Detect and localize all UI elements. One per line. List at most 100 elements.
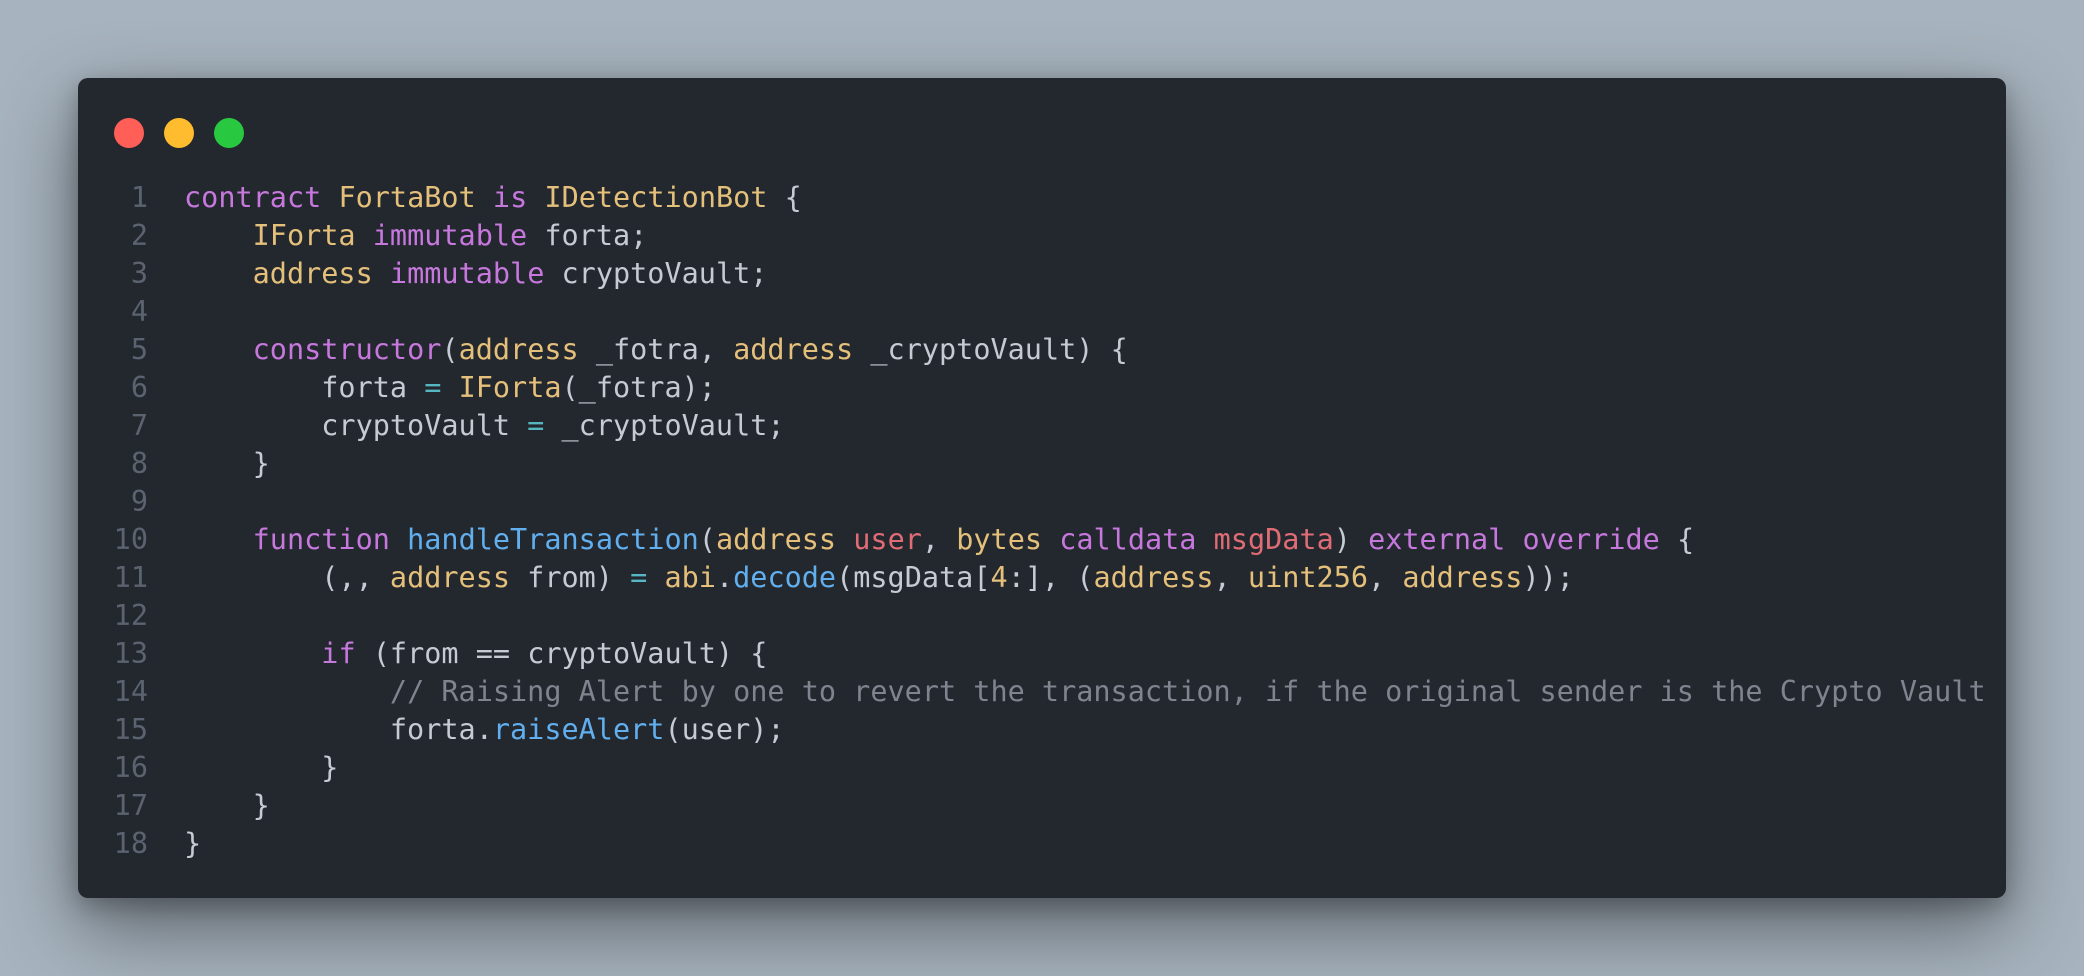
code-token: {: [767, 181, 802, 214]
code-line: 13 if (from == cryptoVault) {: [78, 635, 2006, 673]
code-token: // Raising Alert by one to revert the tr…: [389, 675, 1986, 708]
code-token: .: [715, 561, 734, 594]
code-line: 12: [78, 597, 2006, 635]
line-number: 5: [130, 333, 148, 366]
code-token: ,: [1213, 561, 1248, 594]
code-line: 15 forta.raiseAlert(user);: [78, 711, 2006, 749]
line-source: }: [148, 787, 270, 825]
code-line: 2 IForta immutable forta;: [78, 217, 2006, 255]
line-source: }: [148, 445, 270, 483]
code-line: 18}: [78, 825, 2006, 863]
line-source: address immutable cryptoVault;: [148, 255, 768, 293]
code-token: handleTransaction: [407, 523, 699, 556]
code-token: _cryptoVault;: [544, 409, 785, 442]
window-controls: [114, 118, 244, 148]
code-token: =: [630, 561, 648, 594]
code-line: 4: [78, 293, 2006, 331]
code-line: 8 }: [78, 445, 2006, 483]
line-number: 6: [130, 371, 148, 404]
code-token: =: [424, 371, 442, 404]
code-token: address: [252, 257, 373, 290]
line-number: 7: [130, 409, 148, 442]
line-source: forta = IForta(_fotra);: [148, 369, 716, 407]
code-token: decode: [733, 561, 837, 594]
code-token: raiseAlert: [492, 713, 665, 746]
code-token: IForta: [458, 371, 562, 404]
line-number: 2: [130, 219, 148, 252]
code-token: 4: [990, 561, 1008, 594]
code-token: (msgData[: [836, 561, 991, 594]
close-button[interactable]: [114, 118, 144, 148]
code-token: external: [1368, 523, 1506, 556]
line-source: IForta immutable forta;: [148, 217, 648, 255]
line-number: 1: [130, 181, 148, 214]
code-token: immutable: [372, 219, 528, 252]
code-token: constructor: [252, 333, 442, 366]
minimize-button[interactable]: [164, 118, 194, 148]
code-token: ): [1333, 523, 1369, 556]
code-token: address: [1402, 561, 1523, 594]
code-token: forta.: [184, 713, 493, 746]
code-token: FortaBot: [338, 181, 476, 214]
line-source: }: [148, 749, 338, 787]
code-line: 16 }: [78, 749, 2006, 787]
line-number: 17: [113, 789, 148, 822]
code-token: override: [1522, 523, 1660, 556]
line-source: if (from == cryptoVault) {: [148, 635, 767, 673]
code-token: }: [184, 827, 202, 860]
line-source: }: [148, 825, 201, 863]
code-token: address: [1093, 561, 1214, 594]
line-source: (,, address from) = abi.decode(msgData[4…: [148, 559, 1574, 597]
line-number: 18: [113, 827, 148, 860]
code-token: forta: [184, 371, 425, 404]
code-token: _fotra,: [578, 333, 734, 366]
line-number: 3: [130, 257, 148, 290]
line-number: 16: [113, 751, 148, 784]
code-token: abi: [664, 561, 716, 594]
code-token: address: [458, 333, 579, 366]
code-token: ,: [1368, 561, 1403, 594]
code-line: 5 constructor(address _fotra, address _c…: [78, 331, 2006, 369]
code-token: uint256: [1247, 561, 1369, 594]
line-source: [148, 293, 184, 331]
code-line: 14 // Raising Alert by one to revert the…: [78, 673, 2006, 711]
code-line: 10 function handleTransaction(address us…: [78, 521, 2006, 559]
code-token: if: [321, 637, 356, 670]
line-source: // Raising Alert by one to revert the tr…: [148, 673, 1986, 711]
code-line: 11 (,, address from) = abi.decode(msgDat…: [78, 559, 2006, 597]
line-source: [148, 597, 184, 635]
line-number: 11: [113, 561, 148, 594]
code-token: (,,: [184, 561, 390, 594]
code-line: 17 }: [78, 787, 2006, 825]
line-source: function handleTransaction(address user,…: [148, 521, 1695, 559]
code-token: address: [389, 561, 511, 594]
code-token: (: [698, 523, 716, 556]
code-token: }: [184, 447, 270, 480]
code-token: address: [733, 333, 854, 366]
code-token: ,: [921, 523, 957, 556]
code-token: {: [1659, 523, 1695, 556]
line-number: 4: [130, 295, 148, 328]
code-token: :], (: [1007, 561, 1094, 594]
code-line: 7 cryptoVault = _cryptoVault;: [78, 407, 2006, 445]
maximize-button[interactable]: [214, 118, 244, 148]
code-token: IDetectionBot: [544, 181, 768, 214]
